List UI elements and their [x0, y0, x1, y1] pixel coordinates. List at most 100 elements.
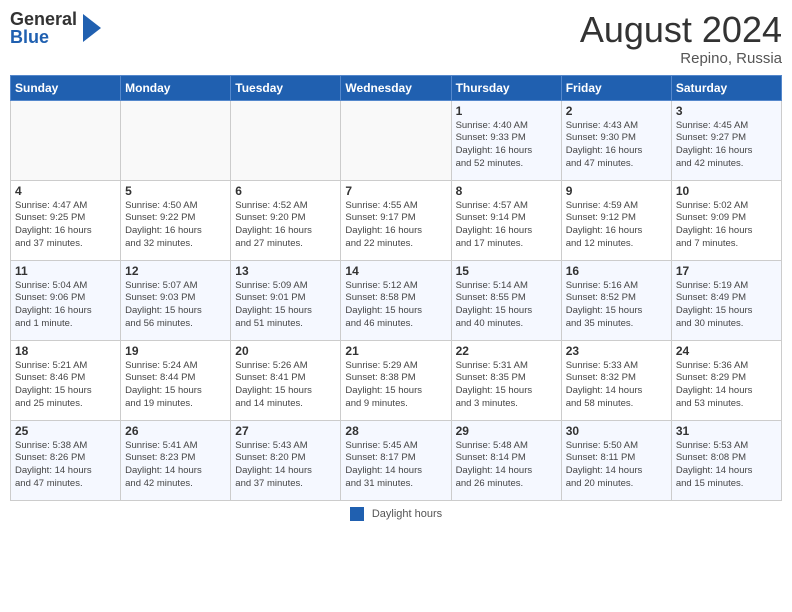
- logo: General Blue: [10, 10, 101, 46]
- page-header: General Blue August 2024 Repino, Russia: [10, 10, 782, 67]
- footer: Daylight hours: [10, 507, 782, 521]
- calendar-day-cell: 27 Sunrise: 5:43 AM Sunset: 8:20 PM Dayli…: [231, 420, 341, 500]
- calendar-day-cell: 18 Sunrise: 5:21 AM Sunset: 8:46 PM Dayli…: [11, 340, 121, 420]
- calendar-day-cell: 28 Sunrise: 5:45 AM Sunset: 8:17 PM Dayli…: [341, 420, 451, 500]
- day-info: Sunrise: 4:52 AM Sunset: 9:20 PM Dayligh…: [235, 200, 336, 251]
- day-number: 7: [345, 184, 446, 198]
- calendar-day-cell: 8 Sunrise: 4:57 AM Sunset: 9:14 PM Daylig…: [451, 180, 561, 260]
- day-number: 3: [676, 104, 777, 118]
- calendar-day-cell: 26Sunrise: 5:41 AM Sunset: 8:23 PM Dayli…: [121, 420, 231, 500]
- day-number: 4: [15, 184, 116, 198]
- calendar-day-cell: 10 Sunrise: 5:02 AM Sunset: 9:09 PM Dayli…: [671, 180, 781, 260]
- day-info: Sunrise: 5:36 AM Sunset: 8:29 PM Dayligh…: [676, 360, 777, 411]
- calendar-day-cell: 17Sunrise: 5:19 AM Sunset: 8:49 PM Dayli…: [671, 260, 781, 340]
- calendar-day-cell: 14 Sunrise: 5:12 AM Sunset: 8:58 PM Dayli…: [341, 260, 451, 340]
- day-info: Sunrise: 5:21 AM Sunset: 8:46 PM Dayligh…: [15, 360, 116, 411]
- day-info: Sunrise: 5:26 AM Sunset: 8:41 PM Dayligh…: [235, 360, 336, 411]
- day-info: Sunrise: 4:57 AM Sunset: 9:14 PM Dayligh…: [456, 200, 557, 251]
- legend-color-box: [350, 507, 364, 521]
- day-number: 11: [15, 264, 116, 278]
- day-info: Sunrise: 5:16 AM Sunset: 8:52 PM Dayligh…: [566, 280, 667, 331]
- day-info: Sunrise: 4:59 AM Sunset: 9:12 PM Dayligh…: [566, 200, 667, 251]
- day-info: Sunrise: 4:55 AM Sunset: 9:17 PM Dayligh…: [345, 200, 446, 251]
- day-info: Sunrise: 5:43 AM Sunset: 8:20 PM Dayligh…: [235, 440, 336, 491]
- day-number: 8: [456, 184, 557, 198]
- calendar-day-cell: 3 Sunrise: 4:45 AM Sunset: 9:27 PM Daylig…: [671, 100, 781, 180]
- calendar-day-cell: 29 Sunrise: 5:48 AM Sunset: 8:14 PM Dayli…: [451, 420, 561, 500]
- calendar-day-cell: 23Sunrise: 5:33 AM Sunset: 8:32 PM Dayli…: [561, 340, 671, 420]
- calendar-day-cell: 13 Sunrise: 5:09 AM Sunset: 9:01 PM Dayli…: [231, 260, 341, 340]
- day-info: Sunrise: 5:12 AM Sunset: 8:58 PM Dayligh…: [345, 280, 446, 331]
- weekday-header-row: SundayMondayTuesdayWednesdayThursdayFrid…: [11, 75, 782, 100]
- calendar-day-cell: 5 Sunrise: 4:50 AM Sunset: 9:22 PM Daylig…: [121, 180, 231, 260]
- calendar-day-cell: 4 Sunrise: 4:47 AM Sunset: 9:25 PM Daylig…: [11, 180, 121, 260]
- title-area: August 2024 Repino, Russia: [580, 10, 782, 67]
- day-info: Sunrise: 5:24 AM Sunset: 8:44 PM Dayligh…: [125, 360, 226, 411]
- day-number: 2: [566, 104, 667, 118]
- day-number: 9: [566, 184, 667, 198]
- calendar-day-cell: 16 Sunrise: 5:16 AM Sunset: 8:52 PM Dayli…: [561, 260, 671, 340]
- calendar-day-cell: 24 Sunrise: 5:36 AM Sunset: 8:29 PM Dayli…: [671, 340, 781, 420]
- logo-arrow-icon: [83, 14, 101, 42]
- day-info: Sunrise: 4:50 AM Sunset: 9:22 PM Dayligh…: [125, 200, 226, 251]
- day-info: Sunrise: 5:53 AM Sunset: 8:08 PM Dayligh…: [676, 440, 777, 491]
- day-info: Sunrise: 4:40 AM Sunset: 9:33 PM Dayligh…: [456, 120, 557, 171]
- day-info: Sunrise: 5:50 AM Sunset: 8:11 PM Dayligh…: [566, 440, 667, 491]
- weekday-header-cell: Monday: [121, 75, 231, 100]
- day-number: 30: [566, 424, 667, 438]
- day-number: 1: [456, 104, 557, 118]
- day-info: Sunrise: 5:45 AM Sunset: 8:17 PM Dayligh…: [345, 440, 446, 491]
- calendar-week-row: 1 Sunrise: 4:40 AM Sunset: 9:33 PM Daylig…: [11, 100, 782, 180]
- calendar-day-cell: [341, 100, 451, 180]
- day-info: Sunrise: 4:45 AM Sunset: 9:27 PM Dayligh…: [676, 120, 777, 171]
- calendar-day-cell: 15Sunrise: 5:14 AM Sunset: 8:55 PM Dayli…: [451, 260, 561, 340]
- day-number: 16: [566, 264, 667, 278]
- day-number: 15: [456, 264, 557, 278]
- day-number: 25: [15, 424, 116, 438]
- day-number: 20: [235, 344, 336, 358]
- calendar-day-cell: [121, 100, 231, 180]
- calendar-body: 1 Sunrise: 4:40 AM Sunset: 9:33 PM Daylig…: [11, 100, 782, 500]
- calendar-day-cell: 2Sunrise: 4:43 AM Sunset: 9:30 PM Daylig…: [561, 100, 671, 180]
- day-number: 13: [235, 264, 336, 278]
- logo-text: General Blue: [10, 10, 77, 46]
- day-number: 10: [676, 184, 777, 198]
- day-number: 31: [676, 424, 777, 438]
- day-number: 18: [15, 344, 116, 358]
- calendar-day-cell: 31 Sunrise: 5:53 AM Sunset: 8:08 PM Dayli…: [671, 420, 781, 500]
- month-title: August 2024: [580, 10, 782, 50]
- day-number: 24: [676, 344, 777, 358]
- day-number: 14: [345, 264, 446, 278]
- day-info: Sunrise: 5:09 AM Sunset: 9:01 PM Dayligh…: [235, 280, 336, 331]
- location-label: Repino, Russia: [580, 50, 782, 67]
- logo-blue: Blue: [10, 28, 77, 46]
- calendar-day-cell: [11, 100, 121, 180]
- calendar-day-cell: 25Sunrise: 5:38 AM Sunset: 8:26 PM Dayli…: [11, 420, 121, 500]
- day-number: 29: [456, 424, 557, 438]
- legend-label: Daylight hours: [372, 508, 442, 520]
- weekday-header-cell: Saturday: [671, 75, 781, 100]
- day-number: 28: [345, 424, 446, 438]
- day-info: Sunrise: 5:29 AM Sunset: 8:38 PM Dayligh…: [345, 360, 446, 411]
- weekday-header-cell: Wednesday: [341, 75, 451, 100]
- calendar-day-cell: 11Sunrise: 5:04 AM Sunset: 9:06 PM Dayli…: [11, 260, 121, 340]
- weekday-header-cell: Tuesday: [231, 75, 341, 100]
- day-info: Sunrise: 4:47 AM Sunset: 9:25 PM Dayligh…: [15, 200, 116, 251]
- day-info: Sunrise: 5:02 AM Sunset: 9:09 PM Dayligh…: [676, 200, 777, 251]
- day-number: 5: [125, 184, 226, 198]
- calendar-day-cell: 22Sunrise: 5:31 AM Sunset: 8:35 PM Dayli…: [451, 340, 561, 420]
- day-info: Sunrise: 5:07 AM Sunset: 9:03 PM Dayligh…: [125, 280, 226, 331]
- calendar-day-cell: 6Sunrise: 4:52 AM Sunset: 9:20 PM Daylig…: [231, 180, 341, 260]
- calendar-day-cell: 12Sunrise: 5:07 AM Sunset: 9:03 PM Dayli…: [121, 260, 231, 340]
- calendar-week-row: 18 Sunrise: 5:21 AM Sunset: 8:46 PM Dayli…: [11, 340, 782, 420]
- day-number: 27: [235, 424, 336, 438]
- day-number: 23: [566, 344, 667, 358]
- day-number: 19: [125, 344, 226, 358]
- calendar-day-cell: [231, 100, 341, 180]
- calendar-day-cell: 7 Sunrise: 4:55 AM Sunset: 9:17 PM Daylig…: [341, 180, 451, 260]
- calendar-day-cell: 20 Sunrise: 5:26 AM Sunset: 8:41 PM Dayli…: [231, 340, 341, 420]
- day-info: Sunrise: 5:48 AM Sunset: 8:14 PM Dayligh…: [456, 440, 557, 491]
- day-number: 22: [456, 344, 557, 358]
- calendar-day-cell: 21Sunrise: 5:29 AM Sunset: 8:38 PM Dayli…: [341, 340, 451, 420]
- calendar-day-cell: 30 Sunrise: 5:50 AM Sunset: 8:11 PM Dayli…: [561, 420, 671, 500]
